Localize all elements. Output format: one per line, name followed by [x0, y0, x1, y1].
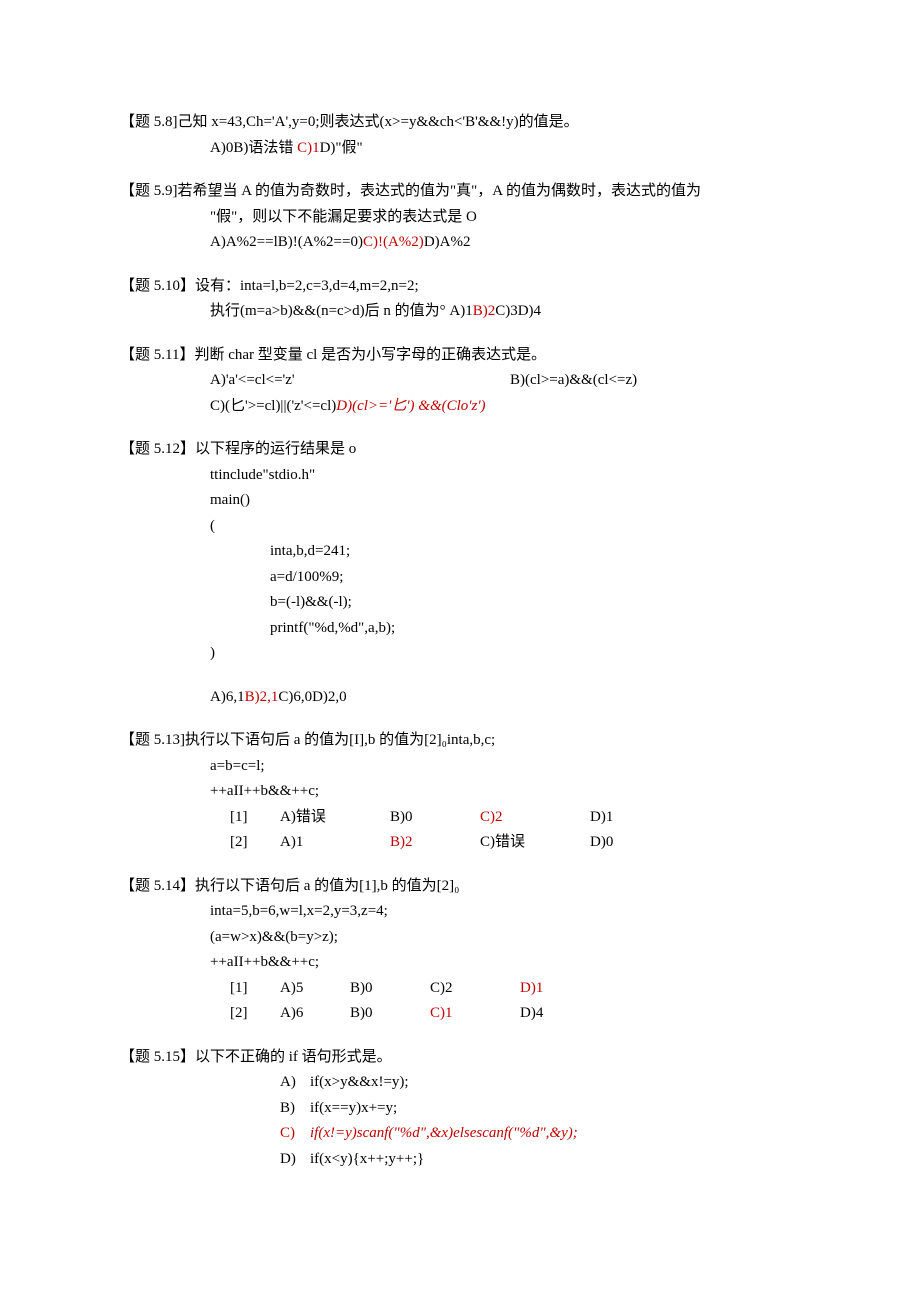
q510-cont-post: C)3D)4	[495, 303, 541, 319]
q511-row1: A)'a'<=cl<='z' B)(cl>=a)&&(cl<=z)	[120, 368, 810, 394]
q514-l2: (a=w>x)&&(b=y>z);	[120, 925, 810, 951]
q515-d: D)if(x<y){x++;y++;}	[280, 1147, 810, 1173]
q513-r2-idx: [2]	[230, 830, 280, 856]
q512-opts-red: B)2,1	[245, 689, 279, 705]
label-b: B)	[280, 1096, 310, 1122]
q514-r1-idx: [1]	[230, 976, 280, 1002]
q512-code-end: )	[120, 641, 810, 667]
label-d: D)	[280, 1147, 310, 1173]
q511-title: 【题 5.11】判断 char 型变量 cl 是否为小写字母的正确表达式是。	[120, 343, 810, 369]
q515-title: 【题 5.15】以下不正确的 if 语句形式是。	[120, 1045, 810, 1071]
q513-r2-a: A)1	[280, 830, 390, 856]
question-5-8: 【题 5.8]己知 x=43,Ch='A',y=0;则表达式(x>=y&&ch<…	[120, 110, 810, 161]
q59-cont: "假"，则以下不能漏足要求的表达式是 O	[120, 205, 810, 231]
q514-r2: [2] A)6 B)0 C)1 D)4	[120, 1001, 810, 1027]
q512-title: 【题 5.12】以下程序的运行结果是 o	[120, 437, 810, 463]
question-5-13: 【题 5.13]执行以下语句后 a 的值为[I],b 的值为[2]₀inta,b…	[120, 728, 810, 856]
q510-cont: 执行(m=a>b)&&(n=c>d)后 n 的值为° A)1B)2C)3D)4	[120, 299, 810, 325]
q513-title: 【题 5.13]执行以下语句后 a 的值为[I],b 的值为[2]₀inta,b…	[120, 728, 810, 754]
q58-title: 【题 5.8]己知 x=43,Ch='A',y=0;则表达式(x>=y&&ch<…	[120, 110, 810, 136]
q513-r2-d: D)0	[590, 830, 613, 856]
q514-r2-idx: [2]	[230, 1001, 280, 1027]
q58-options: A)0B)语法错 C)1D)"假"	[120, 136, 810, 162]
q515-d-text: if(x<y){x++;y++;}	[310, 1147, 424, 1173]
q514-r2-d: D)4	[520, 1001, 543, 1027]
q514-r1-c: C)2	[430, 976, 520, 1002]
q512-code-2: (	[120, 514, 810, 540]
q514-l3: ++aII++b&&++c;	[120, 950, 810, 976]
q515-list: A)if(x>y&&x!=y); B)if(x==y)x+=y; C)if(x!…	[120, 1070, 810, 1172]
q513-l2: ++aII++b&&++c;	[120, 779, 810, 805]
q510-cont-red: B)2	[473, 303, 496, 319]
q58-opts-pre: A)0B)语法错	[210, 140, 297, 156]
q514-r2-c: C)1	[430, 1001, 520, 1027]
q512-code2-2: b=(-l)&&(-l);	[120, 590, 810, 616]
spacer	[120, 667, 810, 685]
q515-c: C)if(x!=y)scanf("%d",&x)elsescanf("%d",&…	[280, 1121, 810, 1147]
q512-opts-pre: A)6,1	[210, 689, 245, 705]
question-5-10: 【题 5.10】设有：inta=l,b=2,c=3,d=4,m=2,n=2; 执…	[120, 274, 810, 325]
q514-r1: [1] A)5 B)0 C)2 D)1	[120, 976, 810, 1002]
q512-opts-post: C)6,0D)2,0	[278, 689, 346, 705]
q511-a: A)'a'<=cl<='z'	[210, 368, 510, 394]
question-5-12: 【题 5.12】以下程序的运行结果是 o ttinclude"stdio.h" …	[120, 437, 810, 710]
q512-code2-1: a=d/100%9;	[120, 565, 810, 591]
q59-title: 【题 5.9]若希望当 A 的值为奇数时，表达式的值为"真"，A 的值为偶数时，…	[120, 179, 810, 205]
q513-r1-c: C)2	[480, 805, 590, 831]
q512-code-1: main()	[120, 488, 810, 514]
q515-a-text: if(x>y&&x!=y);	[310, 1070, 409, 1096]
q513-r2: [2] A)1 B)2 C)错误 D)0	[120, 830, 810, 856]
question-5-15: 【题 5.15】以下不正确的 if 语句形式是。 A)if(x>y&&x!=y)…	[120, 1045, 810, 1173]
q58-opts-red: C)1	[297, 140, 320, 156]
q513-r1-idx: [1]	[230, 805, 280, 831]
q511-row2: C)(匕'>=cl)||('z'<=cl)D)(cl>='匕') &&(Clo'…	[120, 394, 810, 420]
q515-a: A)if(x>y&&x!=y);	[280, 1070, 810, 1096]
q510-title: 【题 5.10】设有：inta=l,b=2,c=3,d=4,m=2,n=2;	[120, 274, 810, 300]
q59-opts-post: D)A%2	[424, 234, 471, 250]
q59-options: A)A%2==lB)!(A%2==0)C)!(A%2)D)A%2	[120, 230, 810, 256]
label-c: C)	[280, 1121, 310, 1147]
q512-options: A)6,1B)2,1C)6,0D)2,0	[120, 685, 810, 711]
q514-r2-b: B)0	[350, 1001, 430, 1027]
question-5-9: 【题 5.9]若希望当 A 的值为奇数时，表达式的值为"真"，A 的值为偶数时，…	[120, 179, 810, 256]
q511-c-red: D)(cl>='匕') &&(Clo'z')	[336, 394, 485, 420]
q515-b: B)if(x==y)x+=y;	[280, 1096, 810, 1122]
question-5-11: 【题 5.11】判断 char 型变量 cl 是否为小写字母的正确表达式是。 A…	[120, 343, 810, 420]
q512-code2-3: printf("%d,%d",a,b);	[120, 616, 810, 642]
question-5-14: 【题 5.14】执行以下语句后 a 的值为[1],b 的值为[2]₀ inta=…	[120, 874, 810, 1027]
q59-opts-red: C)!(A%2)	[363, 234, 424, 250]
q58-opts-post: D)"假"	[320, 140, 363, 156]
q513-r1: [1] A)错误 B)0 C)2 D)1	[120, 805, 810, 831]
q514-r1-d: D)1	[520, 976, 543, 1002]
q513-r1-b: B)0	[390, 805, 480, 831]
q511-c-pre: C)(匕'>=cl)||('z'<=cl)	[210, 394, 336, 420]
label-a: A)	[280, 1070, 310, 1096]
q515-b-text: if(x==y)x+=y;	[310, 1096, 397, 1122]
q511-b: B)(cl>=a)&&(cl<=z)	[510, 368, 637, 394]
q515-c-text: if(x!=y)scanf("%d",&x)elsescanf("%d",&y)…	[310, 1121, 578, 1147]
q514-title: 【题 5.14】执行以下语句后 a 的值为[1],b 的值为[2]₀	[120, 874, 810, 900]
q510-cont-pre: 执行(m=a>b)&&(n=c>d)后 n 的值为° A)1	[210, 303, 473, 319]
q513-r2-c: C)错误	[480, 830, 590, 856]
q59-opts-pre: A)A%2==lB)!(A%2==0)	[210, 234, 363, 250]
q512-code-0: ttinclude"stdio.h"	[120, 463, 810, 489]
q514-r2-a: A)6	[280, 1001, 350, 1027]
q514-l1: inta=5,b=6,w=l,x=2,y=3,z=4;	[120, 899, 810, 925]
q513-l1: a=b=c=l;	[120, 754, 810, 780]
q513-r1-a: A)错误	[280, 805, 390, 831]
q513-r1-d: D)1	[590, 805, 613, 831]
q512-code2-0: inta,b,d=241;	[120, 539, 810, 565]
q513-r2-b: B)2	[390, 830, 480, 856]
q514-r1-b: B)0	[350, 976, 430, 1002]
q514-r1-a: A)5	[280, 976, 350, 1002]
